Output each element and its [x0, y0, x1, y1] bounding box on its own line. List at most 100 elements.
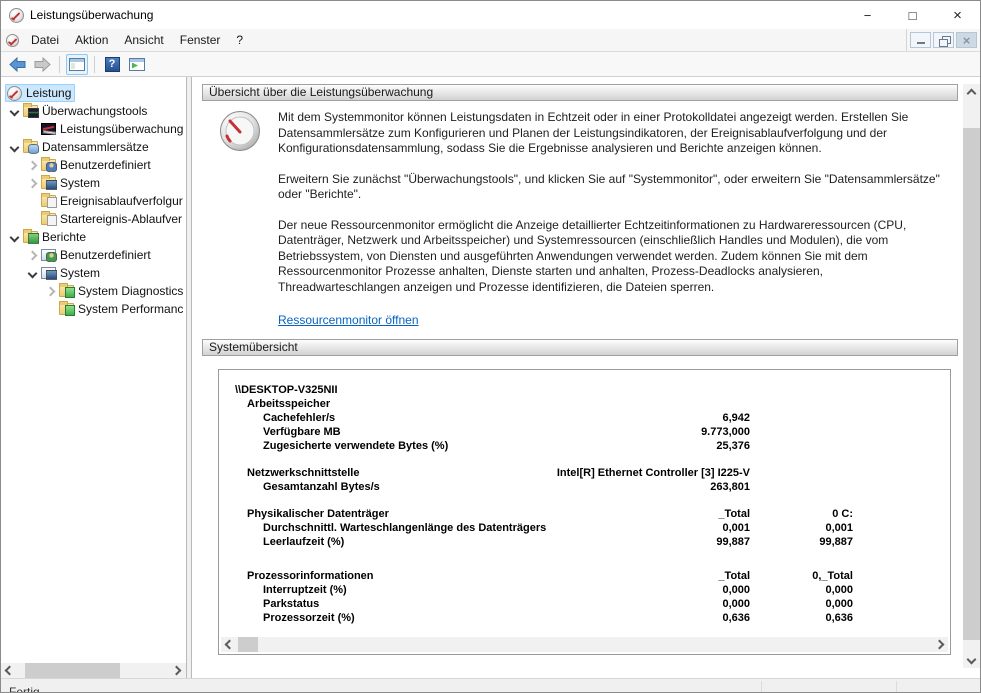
mdi-controls	[906, 29, 980, 51]
report-row-arbeitsspeicher: Arbeitsspeicher	[219, 397, 950, 411]
mdi-restore-icon[interactable]	[933, 32, 954, 48]
mdi-minimize-icon[interactable]	[910, 32, 931, 48]
chart-icon	[41, 123, 56, 135]
menu-fenster[interactable]: Fenster	[172, 30, 229, 50]
tree-item-system-diagnostics[interactable]: System Diagnostics	[1, 282, 186, 300]
tree-item-leistung[interactable]: Leistung	[1, 84, 186, 102]
tree-item-system-performanc[interactable]: System Performanc	[1, 300, 186, 318]
tree-item-label: System	[60, 176, 101, 190]
report-label: Netzwerkschnittstelle	[247, 467, 360, 479]
report-spacer	[219, 549, 950, 569]
expander-expanded-icon[interactable]	[5, 102, 23, 120]
tree-item-datensammlersätze[interactable]: Datensammlersätze	[1, 138, 186, 156]
scrollbar-thumb[interactable]	[25, 663, 120, 678]
report-folder-icon	[23, 229, 39, 244]
scroll-right-icon[interactable]	[170, 663, 185, 678]
report-value-col2	[750, 466, 853, 480]
scroll-down-icon[interactable]	[963, 653, 980, 668]
tree-item-system[interactable]: System	[1, 264, 186, 282]
tree-item-label: Ereignisablaufverfolgur	[60, 194, 183, 208]
report-value-col2: 0 C:	[832, 508, 853, 520]
tree-item-berichte[interactable]: Berichte	[1, 228, 186, 246]
menu-aktion[interactable]: Aktion	[67, 30, 116, 50]
expander-placeholder	[41, 300, 59, 318]
report-value-col1: 0,000	[722, 584, 750, 596]
scroll-right-icon[interactable]	[933, 637, 948, 652]
report-row-leerlaufzeit: Leerlaufzeit (%) 99,887 99,887	[219, 535, 950, 549]
back-button[interactable]	[6, 54, 28, 75]
show-action-pane-button[interactable]	[126, 54, 148, 75]
expander-expanded-icon[interactable]	[5, 228, 23, 246]
tree-item-benutzerdefiniert[interactable]: Benutzerdefiniert	[1, 246, 186, 264]
report-value-col1	[570, 397, 750, 411]
report-value-col1: 263,801	[710, 481, 750, 493]
tree-item-leistungsüberwachung[interactable]: Leistungsüberwachung	[1, 120, 186, 138]
expander-placeholder	[23, 120, 41, 138]
menu-items: Datei Aktion Ansicht Fenster?	[23, 30, 251, 50]
tree-item-ereignisablaufverfolgur[interactable]: Ereignisablaufverfolgur	[1, 192, 186, 210]
report-value-col1: 25,376	[716, 440, 750, 452]
tree-item-system[interactable]: System	[1, 174, 186, 192]
report-row-interruptzeit: Interruptzeit (%) 0,000 0,000	[219, 583, 950, 597]
report-value-col2: 0,_Total	[812, 570, 853, 582]
selected-tree-item[interactable]: Leistung	[5, 84, 76, 102]
scroll-left-icon[interactable]	[1, 663, 16, 678]
help-button[interactable]	[101, 54, 123, 75]
report-row-durchschnittl-warteschlangenlänge-des-datenträgers: Durchschnittl. Warteschlangenlänge des D…	[219, 521, 950, 535]
scrollbar-thumb[interactable]	[963, 128, 980, 640]
perfmon-app-icon	[9, 7, 24, 23]
menu-help[interactable]: ?	[228, 30, 251, 50]
tree-item-label: Berichte	[42, 230, 87, 244]
console-tree-panel: Leistung Überwachungstools Leistungsüberwa…	[1, 77, 187, 678]
expander-collapsed-icon[interactable]	[23, 174, 41, 192]
expander-expanded-icon[interactable]	[5, 138, 23, 156]
folder-green-icon	[59, 301, 75, 316]
tree-item-label: Datensammlersätze	[42, 140, 149, 154]
report-label: Cachefehler/s	[263, 412, 336, 424]
report-row-prozessorzeit: Prozessorzeit (%) 0,636 0,636	[219, 611, 950, 625]
report-row-verfügbare-mb: Verfügbare MB 9.773,000	[219, 425, 950, 439]
expander-collapsed-icon[interactable]	[23, 246, 41, 264]
tree-item-startereignis-ablaufver[interactable]: Startereignis-Ablaufver	[1, 210, 186, 228]
expander-expanded-icon[interactable]	[23, 264, 41, 282]
close-button[interactable]: ×	[935, 1, 980, 29]
expander-collapsed-icon[interactable]	[41, 282, 59, 300]
report-value-col1	[570, 383, 750, 397]
tree-horizontal-scrollbar[interactable]	[1, 663, 186, 678]
report-label: Interruptzeit (%)	[263, 584, 347, 596]
expander-collapsed-icon[interactable]	[23, 156, 41, 174]
report-label: Zugesicherte verwendete Bytes (%)	[263, 440, 449, 452]
minimize-button[interactable]: −	[845, 1, 890, 29]
mdi-child-icon[interactable]	[6, 33, 19, 47]
report-row-zugesicherte-verwendete-bytes: Zugesicherte verwendete Bytes (%) 25,376	[219, 439, 950, 453]
forward-icon	[34, 56, 51, 72]
report-row-prozessorinformationen: Prozessorinformationen _Total 0,_Total	[219, 569, 950, 583]
report-value-col1: 0,001	[722, 522, 750, 534]
tree-item-label: Leistung	[26, 86, 72, 100]
report-value-col2: 0,000	[825, 598, 853, 610]
report-label: Leerlaufzeit (%)	[263, 536, 345, 548]
menu-datei[interactable]: Datei	[23, 30, 67, 50]
open-resource-monitor-link[interactable]: Ressourcenmonitor öffnen	[278, 313, 419, 329]
maximize-button[interactable]: □	[890, 1, 935, 29]
details-pane: Übersicht über die Leistungsüberwachung …	[192, 77, 980, 678]
status-text: Fertig	[9, 685, 40, 693]
report-value-col1: 99,887	[716, 536, 750, 548]
report-user-icon	[41, 249, 57, 262]
report-pc-icon	[41, 267, 57, 280]
tree-item-label: System Diagnostics	[78, 284, 184, 298]
vertical-scrollbar[interactable]	[963, 84, 980, 668]
overview-body: Mit dem Systemmonitor können Leistungsda…	[202, 101, 958, 339]
report-horizontal-scrollbar[interactable]	[221, 637, 948, 652]
mdi-close-icon[interactable]	[956, 32, 977, 48]
scroll-left-icon[interactable]	[221, 637, 236, 652]
forward-button[interactable]	[31, 54, 53, 75]
clipboard-folder-icon	[41, 193, 57, 208]
scrollbar-thumb[interactable]	[238, 637, 258, 652]
tree-item-überwachungstools[interactable]: Überwachungstools	[1, 102, 186, 120]
tree-item-label: Benutzerdefiniert	[60, 158, 151, 172]
menu-ansicht[interactable]: Ansicht	[116, 30, 171, 50]
toolbar-separator	[94, 55, 95, 73]
show-console-tree-button[interactable]	[66, 53, 88, 75]
tree-item-benutzerdefiniert[interactable]: Benutzerdefiniert	[1, 156, 186, 174]
